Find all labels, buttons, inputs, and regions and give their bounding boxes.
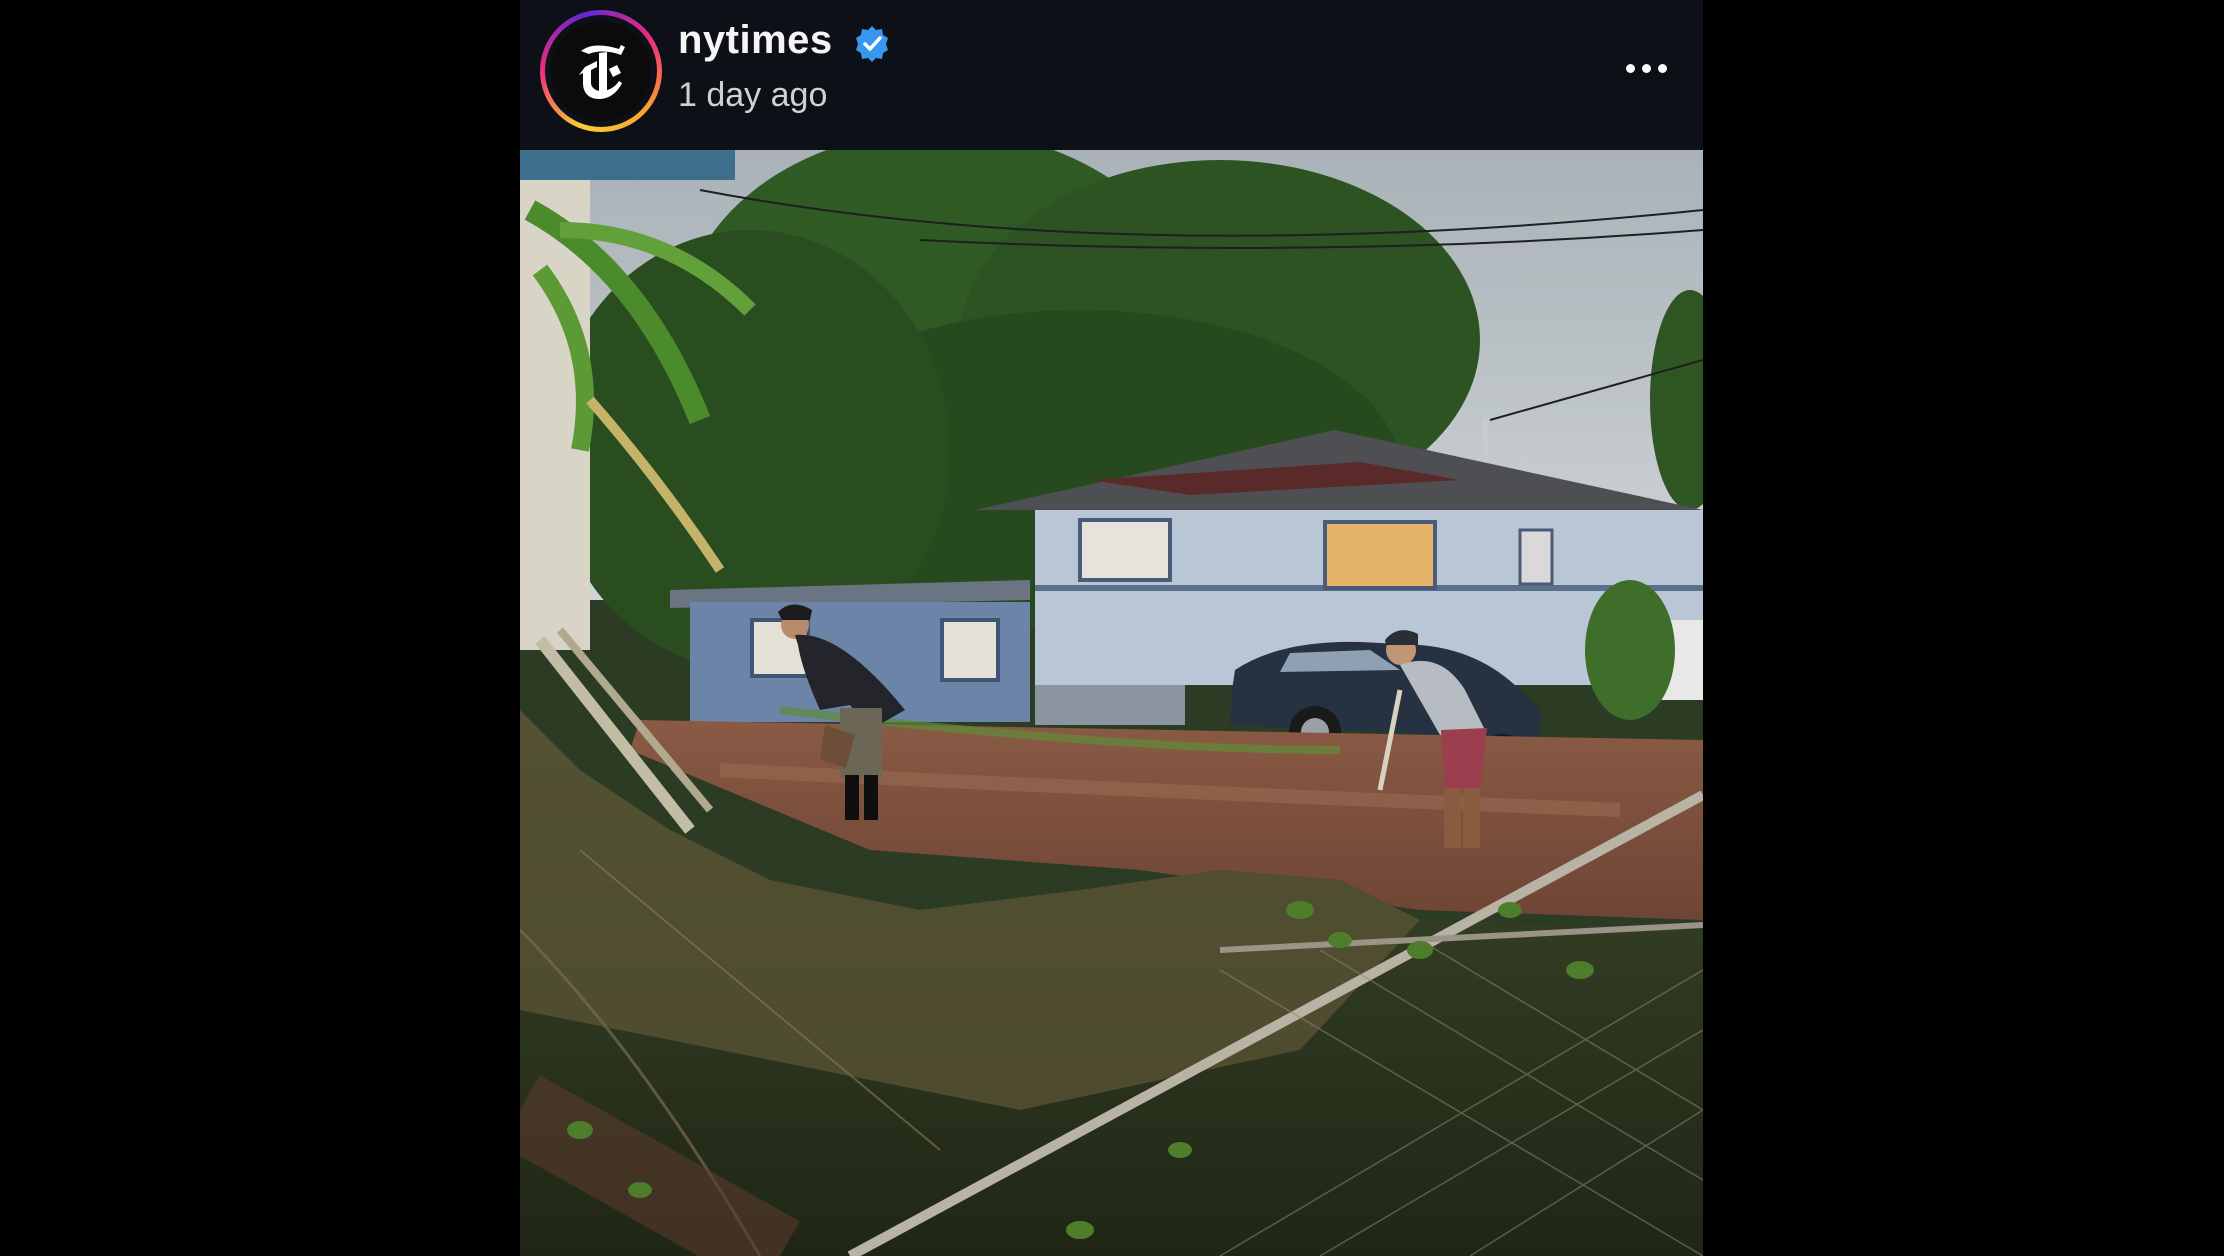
avatar[interactable]	[551, 21, 651, 121]
post-card: nytimes 1 day ago	[520, 0, 1703, 1256]
username[interactable]: nytimes	[678, 18, 833, 63]
photo-image	[520, 150, 1703, 1256]
verified-badge-icon	[856, 26, 888, 62]
nyt-logo-icon	[551, 21, 651, 121]
post-photo[interactable]	[520, 150, 1703, 1256]
post-timestamp: 1 day ago	[678, 76, 828, 114]
app-window: nytimes 1 day ago	[0, 0, 2224, 1256]
story-ring[interactable]	[540, 10, 662, 132]
more-options-icon	[1626, 64, 1635, 73]
more-options-button[interactable]	[1610, 46, 1682, 90]
post-header: nytimes 1 day ago	[520, 0, 1703, 150]
